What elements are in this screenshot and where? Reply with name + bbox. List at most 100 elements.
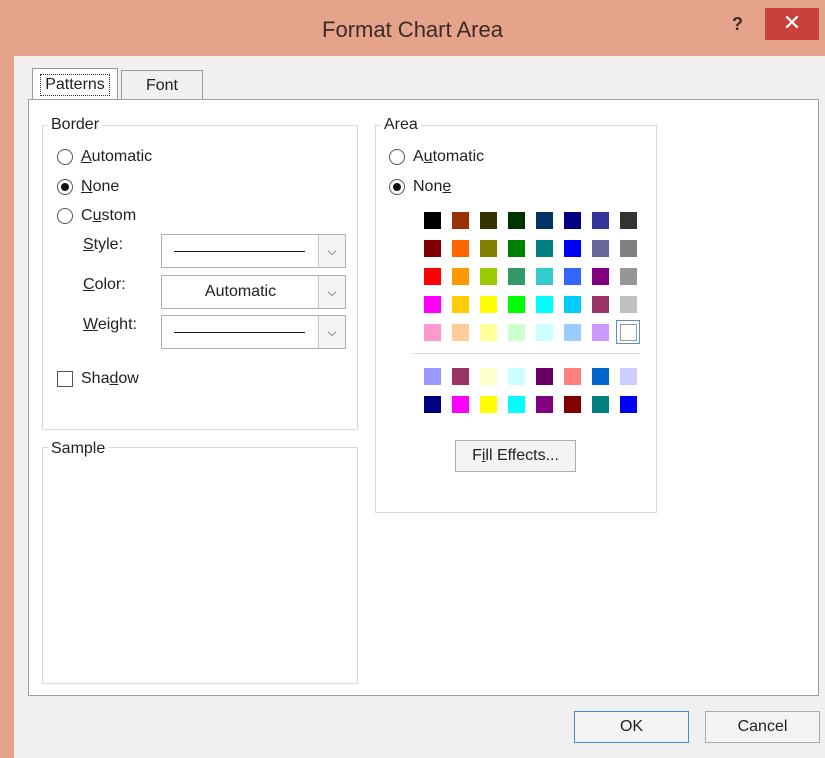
dialog-title: Format Chart Area <box>322 17 503 42</box>
border-automatic-label: Automatic <box>81 148 153 165</box>
main-swatch[interactable] <box>536 240 553 257</box>
close-button[interactable]: ✕ <box>765 8 819 40</box>
palette-separator <box>413 353 639 354</box>
extra-swatch[interactable] <box>508 396 525 413</box>
main-swatch[interactable] <box>452 212 469 229</box>
extra-swatch[interactable] <box>564 368 581 385</box>
main-swatch[interactable] <box>480 212 497 229</box>
main-swatch[interactable] <box>620 212 637 229</box>
border-custom-radio-dot <box>57 208 73 224</box>
cancel-button[interactable]: Cancel <box>705 711 820 743</box>
border-group-label: Border <box>48 116 103 134</box>
help-button[interactable]: ? <box>732 14 743 35</box>
weight-line-preview <box>174 332 305 333</box>
fill-effects-label: Fill Effects... <box>472 447 559 464</box>
title-bar[interactable]: Format Chart Area ? ✕ <box>0 0 825 56</box>
main-swatch[interactable] <box>424 268 441 285</box>
shadow-checkbox[interactable]: Shadow <box>57 370 139 388</box>
main-swatch[interactable] <box>620 268 637 285</box>
border-custom-radio[interactable]: Custom <box>57 207 136 225</box>
extra-swatch[interactable] <box>564 396 581 413</box>
style-label: Style: <box>83 236 124 253</box>
main-swatch[interactable] <box>592 240 609 257</box>
main-swatch[interactable] <box>452 324 469 341</box>
shadow-label: Shadow <box>81 370 139 387</box>
main-swatch[interactable] <box>480 268 497 285</box>
weight-label: Weight: <box>83 316 137 333</box>
ok-button[interactable]: OK <box>574 711 689 743</box>
close-icon: ✕ <box>782 10 802 35</box>
main-swatch[interactable] <box>620 240 637 257</box>
main-swatch[interactable] <box>480 296 497 313</box>
extra-swatch[interactable] <box>424 396 441 413</box>
main-swatch[interactable] <box>508 268 525 285</box>
main-swatch[interactable] <box>480 240 497 257</box>
main-swatch[interactable] <box>536 324 553 341</box>
extra-swatch[interactable] <box>592 368 609 385</box>
main-swatch[interactable] <box>592 296 609 313</box>
main-swatch[interactable] <box>424 240 441 257</box>
main-swatch[interactable] <box>592 268 609 285</box>
main-swatch[interactable] <box>508 296 525 313</box>
area-automatic-radio[interactable]: Automatic <box>389 148 484 166</box>
extra-swatch[interactable] <box>620 368 637 385</box>
color-dropdown-value: Automatic <box>204 283 277 300</box>
main-swatch[interactable] <box>424 296 441 313</box>
extra-swatch[interactable] <box>452 396 469 413</box>
main-swatch[interactable] <box>508 324 525 341</box>
main-swatch[interactable] <box>536 268 553 285</box>
extra-swatch[interactable] <box>452 368 469 385</box>
main-swatch[interactable] <box>564 268 581 285</box>
extra-swatch[interactable] <box>424 368 441 385</box>
shadow-checkbox-box <box>57 371 73 387</box>
main-swatch[interactable] <box>452 268 469 285</box>
border-custom-label: Custom <box>81 207 137 224</box>
main-swatch[interactable] <box>480 324 497 341</box>
area-none-radio[interactable]: None <box>389 178 451 196</box>
extra-swatch[interactable] <box>480 368 497 385</box>
main-swatch[interactable] <box>452 296 469 313</box>
main-swatch[interactable] <box>452 240 469 257</box>
main-swatch[interactable] <box>564 212 581 229</box>
extra-swatch[interactable] <box>480 396 497 413</box>
border-none-label: None <box>81 178 120 195</box>
sample-group <box>42 447 358 684</box>
main-swatch[interactable] <box>508 240 525 257</box>
area-automatic-label: Automatic <box>413 148 485 165</box>
main-swatch[interactable] <box>620 296 637 313</box>
main-swatch[interactable] <box>424 324 441 341</box>
selected-swatch-outline <box>616 320 640 344</box>
weight-dropdown[interactable]: ⌵ <box>161 315 346 349</box>
tab-patterns[interactable]: Patterns <box>32 68 118 100</box>
main-swatch[interactable] <box>564 240 581 257</box>
extra-swatch[interactable] <box>620 396 637 413</box>
fill-effects-button[interactable]: Fill Effects... <box>455 440 576 472</box>
extra-swatch[interactable] <box>536 396 553 413</box>
main-swatch[interactable] <box>536 212 553 229</box>
extra-swatch[interactable] <box>592 396 609 413</box>
border-automatic-radio[interactable]: Automatic <box>57 148 152 166</box>
chevron-down-icon[interactable]: ⌵ <box>318 276 345 308</box>
chevron-down-icon[interactable]: ⌵ <box>318 316 345 348</box>
main-swatch[interactable] <box>564 296 581 313</box>
chevron-down-icon[interactable]: ⌵ <box>318 235 345 267</box>
style-dropdown[interactable]: ⌵ <box>161 234 346 268</box>
area-none-radio-dot <box>389 179 405 195</box>
extra-swatch[interactable] <box>508 368 525 385</box>
color-label: Color: <box>83 276 126 293</box>
main-swatch[interactable] <box>564 324 581 341</box>
tab-font[interactable]: Font <box>121 70 203 100</box>
main-swatch[interactable] <box>592 212 609 229</box>
tab-patterns-label: Patterns <box>40 73 110 96</box>
main-swatch[interactable] <box>536 296 553 313</box>
sample-group-label: Sample <box>48 440 109 458</box>
area-group-label: Area <box>381 116 421 134</box>
main-swatch[interactable] <box>424 212 441 229</box>
color-dropdown[interactable]: Automatic ⌵ <box>161 275 346 309</box>
border-none-radio[interactable]: None <box>57 178 119 196</box>
area-none-label: None <box>413 178 452 195</box>
extra-swatch[interactable] <box>536 368 553 385</box>
main-swatch[interactable] <box>508 212 525 229</box>
border-automatic-radio-dot <box>57 149 73 165</box>
main-swatch[interactable] <box>592 324 609 341</box>
